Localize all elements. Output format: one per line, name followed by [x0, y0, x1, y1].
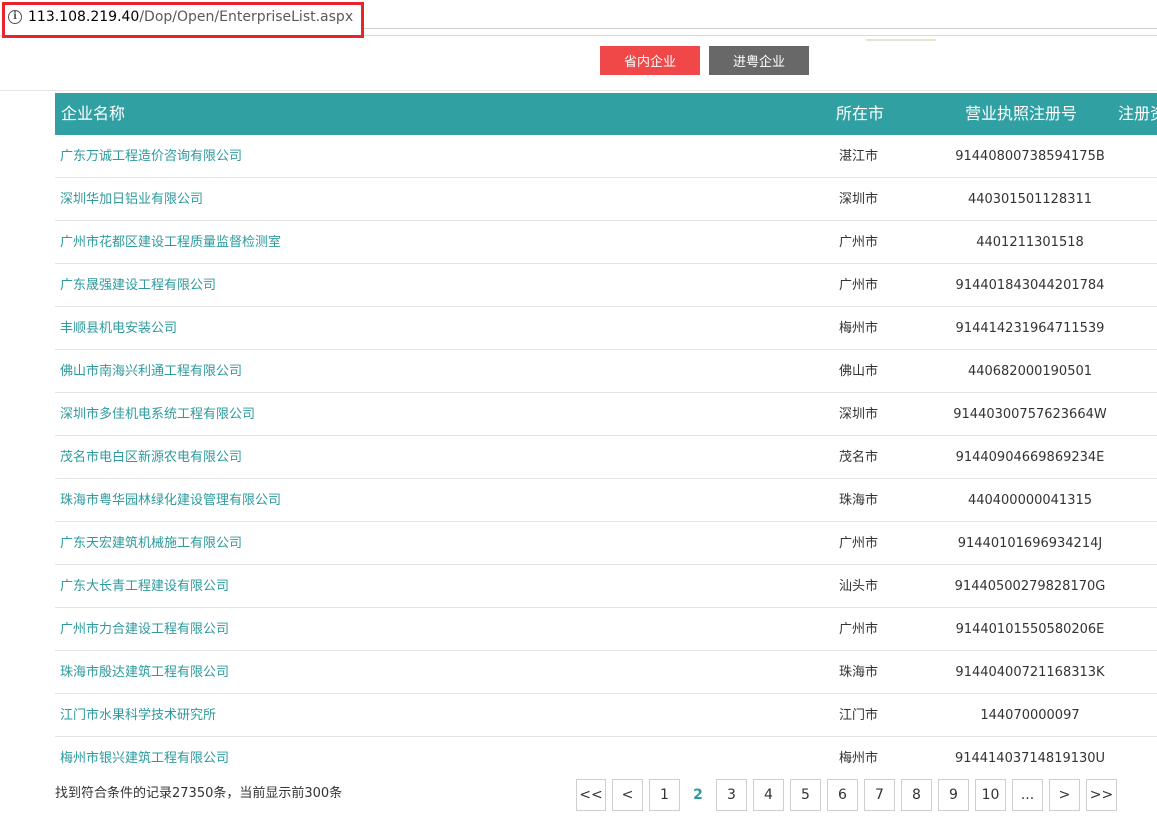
- city-cell: 湛江市: [839, 149, 879, 164]
- enterprise-name-link[interactable]: 广东天宏建筑机械施工有限公司: [60, 522, 242, 565]
- table-row: 广州市花都区建设工程质量监督检测室 广州市 4401211301518: [55, 221, 1157, 264]
- table-row: 广东万诚工程造价咨询有限公司 湛江市 91440800738594175B: [55, 135, 1157, 178]
- license-cell: 91440101696934214J: [957, 536, 1103, 551]
- divider: [0, 90, 1157, 91]
- enterprise-name-link[interactable]: 深圳市多佳机电系统工程有限公司: [60, 393, 255, 436]
- tab-outside-enterprises[interactable]: 进粤企业: [709, 46, 809, 75]
- license-cell: 914414231964711539: [955, 321, 1105, 336]
- license-cell: 91440300757623664W: [953, 407, 1107, 422]
- license-cell: 440682000190501: [967, 364, 1093, 379]
- enterprise-name-link[interactable]: 珠海市殷达建筑工程有限公司: [60, 651, 229, 694]
- city-cell: 佛山市: [839, 364, 879, 379]
- column-header-city: 所在市: [836, 104, 885, 123]
- more-pages-button[interactable]: ...: [1012, 779, 1043, 811]
- column-header-name: 企业名称: [61, 104, 126, 123]
- page-button-1[interactable]: 1: [649, 779, 680, 811]
- prev-page-button[interactable]: <: [612, 779, 643, 811]
- table-row: 丰顺县机电安装公司 梅州市 914414231964711539: [55, 307, 1157, 350]
- license-cell: 91440500279828170G: [954, 579, 1106, 594]
- enterprise-name-link[interactable]: 深圳华加日铝业有限公司: [60, 178, 203, 221]
- records-summary: 找到符合条件的记录27350条，当前显示前300条: [55, 786, 343, 801]
- city-cell: 广州市: [839, 278, 879, 293]
- column-header-license: 营业执照注册号: [965, 104, 1078, 123]
- enterprise-name-link[interactable]: 丰顺县机电安装公司: [60, 307, 177, 350]
- page-button-3[interactable]: 3: [716, 779, 747, 811]
- license-cell: 91440400721168313K: [955, 665, 1105, 680]
- table-row: 梅州市银兴建筑工程有限公司 梅州市 91441403714819130U: [55, 737, 1157, 780]
- enterprise-name-link[interactable]: 广东大长青工程建设有限公司: [60, 565, 229, 608]
- url-highlight-box: [2, 2, 364, 38]
- table-row: 江门市水果科学技术研究所 江门市 144070000097: [55, 694, 1157, 737]
- license-cell: 91440101550580206E: [955, 622, 1105, 637]
- first-page-button[interactable]: <<: [576, 779, 606, 811]
- next-page-button[interactable]: >: [1049, 779, 1080, 811]
- enterprise-name-link[interactable]: 广东万诚工程造价咨询有限公司: [60, 135, 242, 178]
- page-button-10[interactable]: 10: [975, 779, 1006, 811]
- license-cell: 4401211301518: [976, 235, 1084, 250]
- city-cell: 梅州市: [839, 751, 879, 766]
- city-cell: 广州市: [839, 235, 879, 250]
- city-cell: 珠海市: [839, 493, 879, 508]
- table-row: 珠海市殷达建筑工程有限公司 珠海市 91440400721168313K: [55, 651, 1157, 694]
- table-row: 深圳华加日铝业有限公司 深圳市 440301501128311: [55, 178, 1157, 221]
- column-header-registered-capital: 注册资: [1118, 104, 1157, 123]
- table-row: 广州市力合建设工程有限公司 广州市 91440101550580206E: [55, 608, 1157, 651]
- page-button-6[interactable]: 6: [827, 779, 858, 811]
- enterprise-name-link[interactable]: 梅州市银兴建筑工程有限公司: [60, 737, 229, 780]
- enterprise-name-link[interactable]: 佛山市南海兴利通工程有限公司: [60, 350, 242, 393]
- page-button-5[interactable]: 5: [790, 779, 821, 811]
- enterprise-name-link[interactable]: 珠海市粤华园林绿化建设管理有限公司: [60, 479, 281, 522]
- table-header: 企业名称 所在市 营业执照注册号 注册资: [55, 93, 1157, 135]
- license-cell: 440400000041315: [967, 493, 1093, 508]
- table-row: 深圳市多佳机电系统工程有限公司 深圳市 91440300757623664W: [55, 393, 1157, 436]
- enterprise-name-link[interactable]: 江门市水果科学技术研究所: [60, 694, 216, 737]
- table-row: 广东晟强建设工程有限公司 广州市 914401843044201784: [55, 264, 1157, 307]
- city-cell: 深圳市: [839, 407, 879, 422]
- page-button-8[interactable]: 8: [901, 779, 932, 811]
- page-button-9[interactable]: 9: [938, 779, 969, 811]
- enterprise-table: 企业名称 所在市 营业执照注册号 注册资 广东万诚工程造价咨询有限公司 湛江市 …: [55, 93, 1157, 780]
- city-cell: 广州市: [839, 536, 879, 551]
- license-cell: 144070000097: [980, 708, 1080, 723]
- divider: [866, 39, 936, 41]
- page-button-7[interactable]: 7: [864, 779, 895, 811]
- tab-province-enterprises[interactable]: 省内企业: [600, 46, 700, 75]
- enterprise-name-link[interactable]: 茂名市电白区新源农电有限公司: [60, 436, 242, 479]
- license-cell: 440301501128311: [967, 192, 1093, 207]
- city-cell: 珠海市: [839, 665, 879, 680]
- license-cell: 91441403714819130U: [954, 751, 1106, 766]
- enterprise-name-link[interactable]: 广东晟强建设工程有限公司: [60, 264, 216, 307]
- enterprise-name-link[interactable]: 广州市力合建设工程有限公司: [60, 608, 229, 651]
- enterprise-name-link[interactable]: 广州市花都区建设工程质量监督检测室: [60, 221, 281, 264]
- city-cell: 广州市: [839, 622, 879, 637]
- table-row: 茂名市电白区新源农电有限公司 茂名市 91440904669869234E: [55, 436, 1157, 479]
- license-cell: 91440800738594175B: [955, 149, 1105, 164]
- table-row: 广东天宏建筑机械施工有限公司 广州市 91440101696934214J: [55, 522, 1157, 565]
- page-button-4[interactable]: 4: [753, 779, 784, 811]
- city-cell: 深圳市: [839, 192, 879, 207]
- table-row: 佛山市南海兴利通工程有限公司 佛山市 440682000190501: [55, 350, 1157, 393]
- divider: [364, 28, 1157, 29]
- table-row: 珠海市粤华园林绿化建设管理有限公司 珠海市 440400000041315: [55, 479, 1157, 522]
- browser-address-bar: i 113.108.219.40/Dop/Open/EnterpriseList…: [0, 0, 1157, 41]
- table-body: 广东万诚工程造价咨询有限公司 湛江市 91440800738594175B 深圳…: [55, 135, 1157, 780]
- last-page-button[interactable]: >>: [1086, 779, 1117, 811]
- city-cell: 梅州市: [839, 321, 879, 336]
- table-row: 广东大长青工程建设有限公司 汕头市 91440500279828170G: [55, 565, 1157, 608]
- license-cell: 91440904669869234E: [955, 450, 1105, 465]
- city-cell: 汕头市: [839, 579, 879, 594]
- current-page: 2: [686, 779, 710, 811]
- city-cell: 江门市: [839, 708, 879, 723]
- city-cell: 茂名市: [839, 450, 879, 465]
- license-cell: 914401843044201784: [955, 278, 1105, 293]
